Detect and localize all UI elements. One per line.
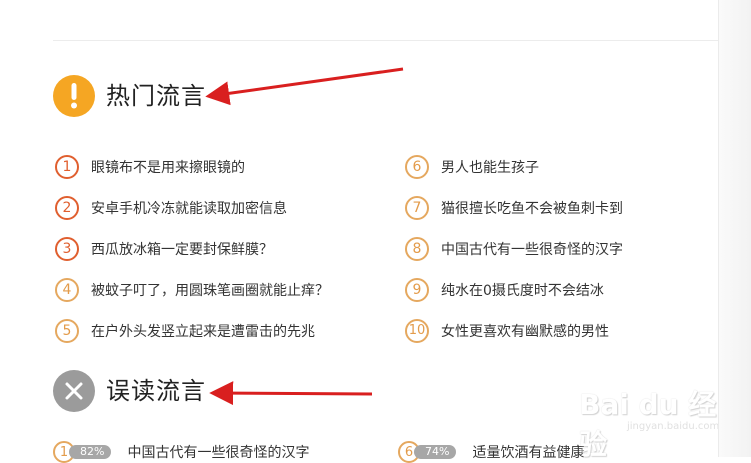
exclamation-icon [53,75,95,117]
watermark-url: jingyan.baidu.com [627,421,720,432]
rumor-link[interactable]: 中国古代有一些很奇怪的汉字 [127,442,309,462]
list-item[interactable]: 1 眼镜布不是用来擦眼镜的 [55,146,329,187]
list-item[interactable]: 2 安卓手机冷冻就能读取加密信息 [55,187,329,228]
rank-badge: 6 [405,154,429,179]
list-item[interactable]: 3 西瓜放冰箱一定要封保鲜膜？ [55,228,329,269]
rumor-link[interactable]: 西瓜放冰箱一定要封保鲜膜？ [91,239,273,259]
rank-badge: 10 [405,318,429,343]
rumor-link[interactable]: 安卓手机冷冻就能读取加密信息 [91,198,287,218]
rank-badge: 1 [55,154,79,179]
rumor-link[interactable]: 被蚊子叮了，用圆珠笔画圈就能止痒？ [91,280,329,300]
section-title-wrong: 误读流言 [106,377,206,405]
hot-rumor-list-right: 6 男人也能生孩子 7 猫很擅长吃鱼不会被鱼刺卡到 8 中国古代有一些很奇怪的汉… [405,146,623,351]
rumor-link[interactable]: 男人也能生孩子 [441,157,539,177]
rank-badge: 7 [405,195,429,220]
close-icon [53,370,95,412]
rank-badge: 9 [405,277,429,302]
rank-badge: 8 [405,236,429,261]
rumor-link[interactable]: 女性更喜欢有幽默感的男性 [441,321,609,341]
rumor-link[interactable]: 纯水在0摄氏度时不会结冰 [441,280,604,300]
list-item[interactable]: 4 被蚊子叮了，用圆珠笔画圈就能止痒？ [55,269,329,310]
rumor-link[interactable]: 猫很擅长吃鱼不会被鱼刺卡到 [441,198,623,218]
list-item[interactable]: 10 女性更喜欢有幽默感的男性 [405,310,623,351]
top-divider [53,40,720,41]
watermark-logo: Bai du 经验 jingyan.baidu.com [579,383,729,461]
list-item[interactable]: 8 中国古代有一些很奇怪的汉字 [405,228,623,269]
hot-rumor-list-left: 1 眼镜布不是用来擦眼镜的 2 安卓手机冷冻就能读取加密信息 3 西瓜放冰箱一定… [55,146,329,351]
list-item[interactable]: 5 在户外头发竖立起来是遭雷击的先兆 [55,310,329,351]
rank-badge: 5 [55,318,79,343]
rumor-link[interactable]: 适量饮酒有益健康 [472,442,584,462]
annotation-arrow-wrong [209,381,373,406]
wrong-rumor-item[interactable]: 1 82% 中国古代有一些很奇怪的汉字 [53,441,309,463]
rank-badge: 2 [55,195,79,220]
list-item[interactable]: 7 猫很擅长吃鱼不会被鱼刺卡到 [405,187,623,228]
rumor-link[interactable]: 中国古代有一些很奇怪的汉字 [441,239,623,259]
list-item[interactable]: 6 男人也能生孩子 [405,146,623,187]
list-item[interactable]: 9 纯水在0摄氏度时不会结冰 [405,269,623,310]
wrong-rumors-header: 误读流言 [53,370,206,412]
rumor-link[interactable]: 眼镜布不是用来擦眼镜的 [91,157,245,177]
rank-badge: 3 [55,236,79,261]
hot-rumors-header: 热门流言 [53,75,206,117]
annotation-arrow-hot [205,67,404,106]
scrollbar-track[interactable] [718,0,751,457]
rumor-link[interactable]: 在户外头发竖立起来是遭雷击的先兆 [91,321,315,341]
wrong-rumor-item[interactable]: 6 74% 适量饮酒有益健康 [398,441,584,463]
section-title-hot: 热门流言 [106,82,206,110]
rank-badge: 4 [55,277,79,302]
